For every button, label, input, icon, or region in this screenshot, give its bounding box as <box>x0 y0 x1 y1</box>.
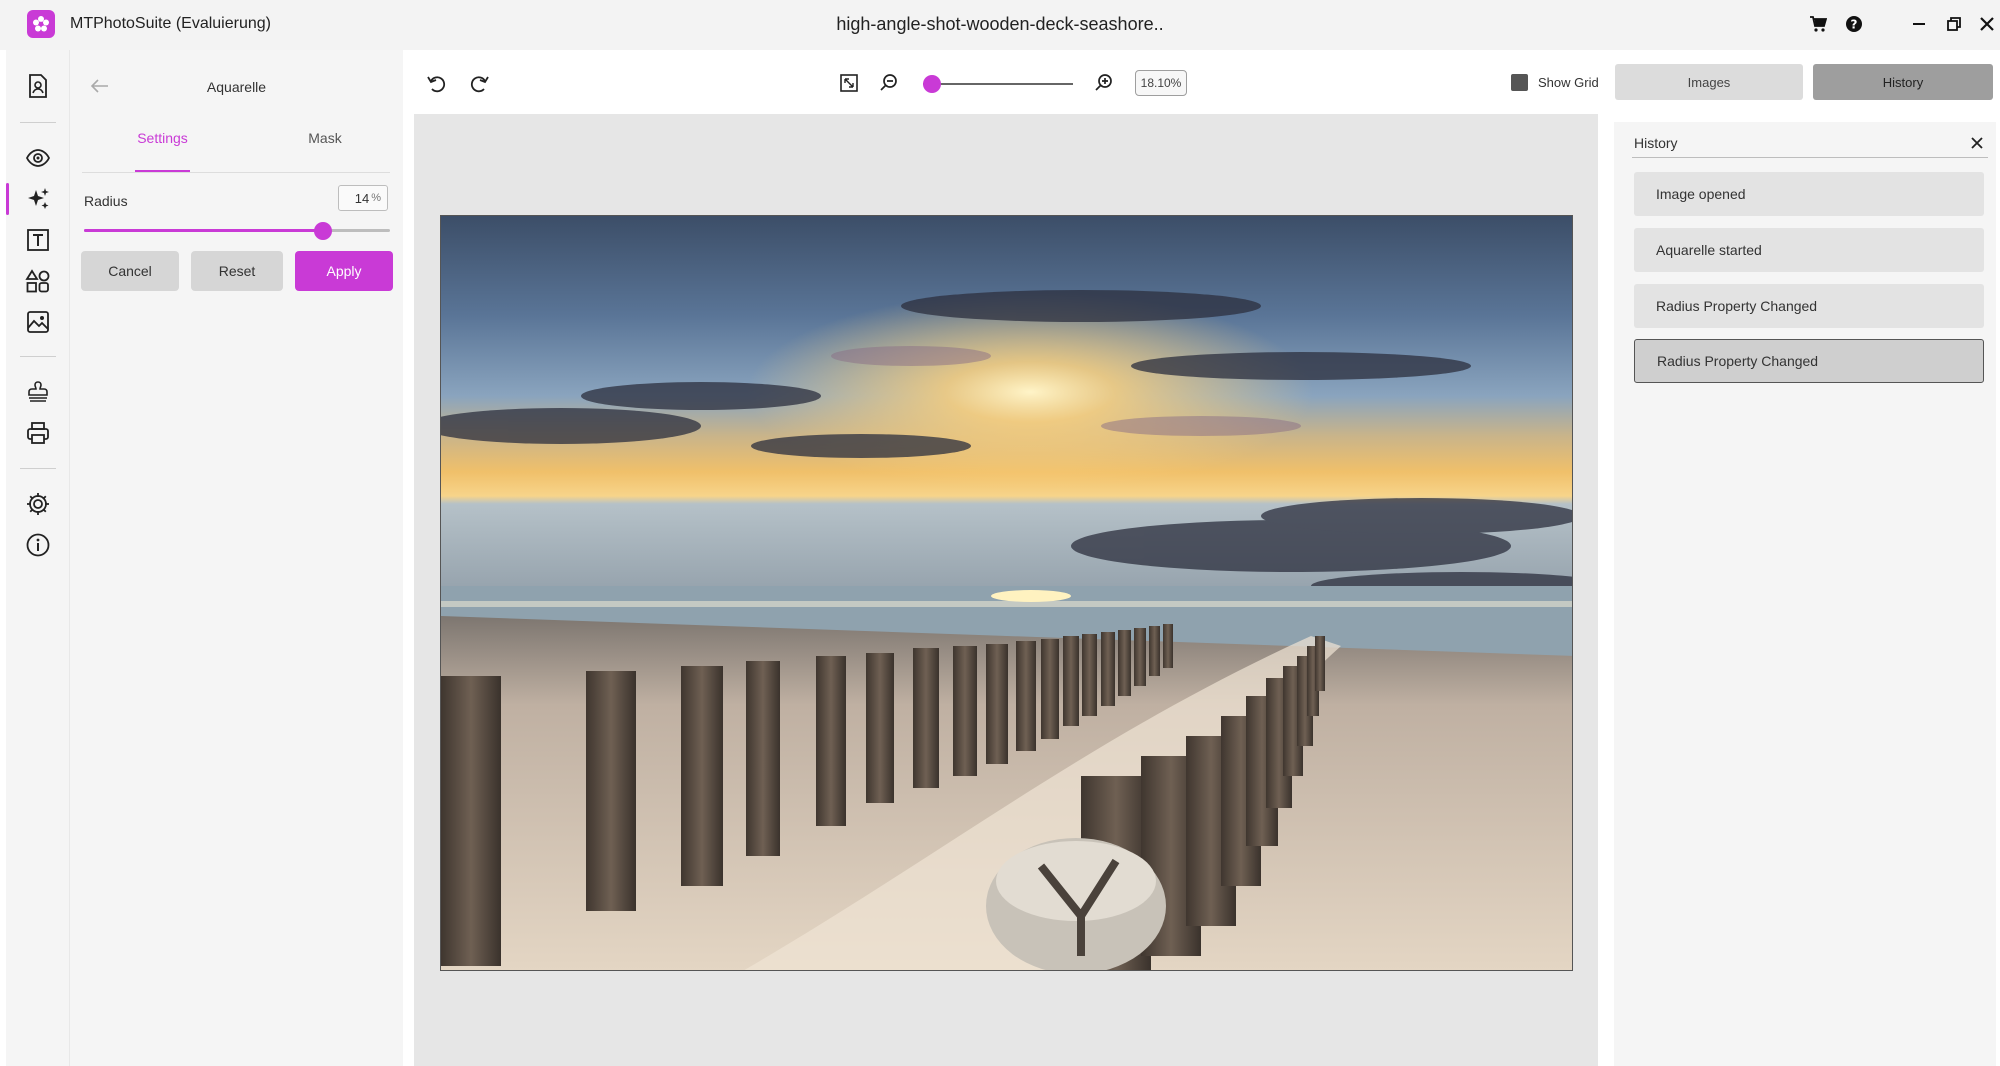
radius-slider-thumb[interactable] <box>313 222 332 240</box>
fit-screen-icon <box>840 74 858 92</box>
rail-info[interactable] <box>6 525 70 565</box>
tool-rail <box>6 50 70 1066</box>
radius-label: Radius <box>84 193 128 209</box>
history-close-button[interactable] <box>1966 132 1988 154</box>
images-button[interactable]: Images <box>1615 64 1803 100</box>
radius-value: 14 <box>354 190 370 206</box>
rail-settings[interactable] <box>6 484 70 524</box>
history-item[interactable]: Aquarelle started <box>1634 228 1984 272</box>
text-box-icon <box>27 229 49 251</box>
show-grid-checkbox[interactable] <box>1511 74 1528 91</box>
history-item-selected[interactable]: Radius Property Changed <box>1634 339 1984 383</box>
zoom-slider-track <box>923 83 1073 85</box>
undo-icon <box>427 76 446 93</box>
stamp-icon <box>28 381 48 402</box>
apply-button[interactable]: Apply <box>295 251 393 291</box>
history-title: History <box>1634 135 1678 151</box>
history-panel: History Image opened Aquarelle started R… <box>1614 122 1996 1066</box>
document-portrait-icon <box>29 74 47 98</box>
zoom-value[interactable]: 18.10% <box>1135 70 1187 96</box>
shapes-icon <box>25 269 50 293</box>
history-item[interactable]: Image opened <box>1634 172 1984 216</box>
main-toolbar: 18.10% Show Grid Images History <box>403 50 2000 114</box>
rail-stamp[interactable] <box>6 372 70 412</box>
tab-mask[interactable]: Mask <box>295 130 355 172</box>
zoom-slider[interactable] <box>923 74 1073 94</box>
zoom-out-icon <box>880 74 897 91</box>
close-icon[interactable] <box>1975 12 1999 36</box>
info-icon <box>26 533 50 557</box>
radius-value-input[interactable]: 14 % <box>338 185 388 211</box>
tab-settings[interactable]: Settings <box>135 130 190 172</box>
gear-icon <box>27 493 49 515</box>
printer-icon <box>27 422 49 444</box>
help-icon[interactable]: ? <box>1842 12 1866 36</box>
rail-shapes[interactable] <box>6 261 70 301</box>
rail-document[interactable] <box>6 66 70 106</box>
document-title: high-angle-shot-wooden-deck-seashore.. <box>836 14 1164 34</box>
close-icon <box>1971 137 1983 149</box>
zoom-in-button[interactable] <box>1091 70 1117 96</box>
panel-title: Aquarelle <box>206 79 267 95</box>
app-title: MTPhotoSuite (Evaluierung) <box>70 15 271 32</box>
undo-button[interactable] <box>423 70 449 96</box>
history-button[interactable]: History <box>1813 64 1993 100</box>
radius-unit: % <box>371 192 381 204</box>
radius-slider-fill <box>84 229 323 232</box>
app-logo-icon <box>27 10 55 38</box>
canvas-area[interactable] <box>414 114 1598 1066</box>
photo-canvas[interactable] <box>440 215 1573 971</box>
rail-text[interactable] <box>6 220 70 260</box>
rail-effects[interactable] <box>6 179 70 219</box>
eye-icon <box>25 149 51 167</box>
history-item[interactable]: Radius Property Changed <box>1634 284 1984 328</box>
cancel-button[interactable]: Cancel <box>81 251 179 291</box>
redo-button[interactable] <box>467 70 493 96</box>
beach-photo-image <box>441 216 1572 970</box>
zoom-out-button[interactable] <box>876 70 902 96</box>
redo-icon <box>470 76 489 93</box>
svg-text:?: ? <box>1851 18 1858 32</box>
rail-image[interactable] <box>6 302 70 342</box>
tab-divider <box>82 172 390 173</box>
sparkles-icon <box>28 188 49 209</box>
title-bar: MTPhotoSuite (Evaluierung) high-angle-sh… <box>0 0 2000 50</box>
show-grid-label: Show Grid <box>1538 75 1599 90</box>
image-frame-icon <box>27 311 49 333</box>
minimize-icon[interactable] <box>1907 12 1931 36</box>
rail-view[interactable] <box>6 138 70 178</box>
history-divider <box>1632 157 1988 158</box>
fit-screen-button[interactable] <box>836 70 862 96</box>
zoom-in-icon <box>1095 74 1112 91</box>
effect-settings-panel: Aquarelle Settings Mask Radius 14 % Canc… <box>70 50 403 1066</box>
radius-slider[interactable] <box>84 220 390 240</box>
cart-icon[interactable] <box>1806 12 1830 36</box>
reset-button[interactable]: Reset <box>191 251 283 291</box>
zoom-slider-thumb[interactable] <box>923 75 941 93</box>
rail-print[interactable] <box>6 413 70 453</box>
restore-icon[interactable] <box>1942 12 1966 36</box>
